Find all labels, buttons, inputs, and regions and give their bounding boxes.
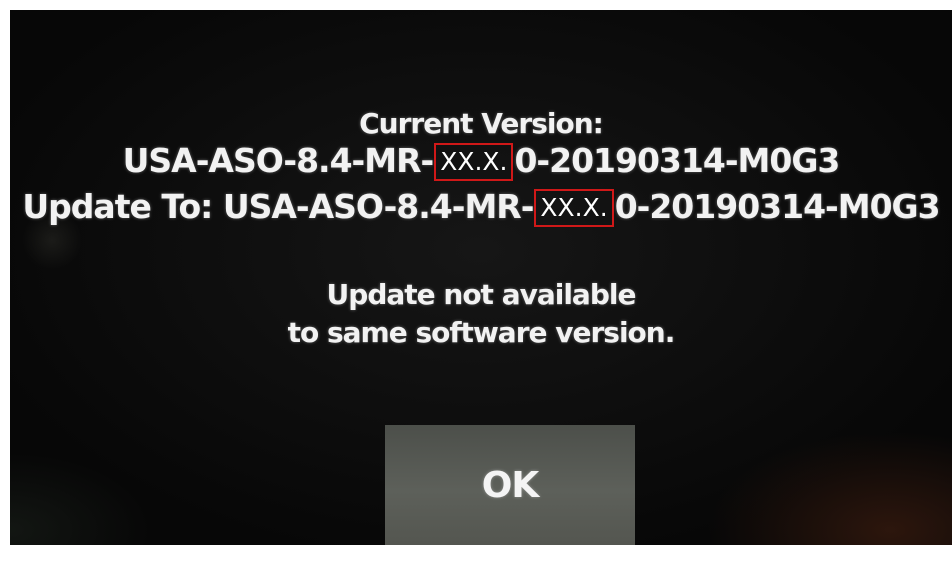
ok-button[interactable]: OK <box>385 425 635 545</box>
update-to-redaction-box: XX.X. <box>534 189 614 227</box>
photo-frame: Current Version: USA-ASO-8.4-MR- XX.X. 0-2… <box>0 0 952 562</box>
message-line-2: to same software version. <box>287 316 676 349</box>
update-to-suffix: 0-20190314-M0G3 <box>614 187 941 226</box>
infotainment-screen: Current Version: USA-ASO-8.4-MR- XX.X. 0-2… <box>10 10 952 545</box>
ok-button-label: OK <box>481 464 539 506</box>
message-line-1: Update not available <box>326 278 637 311</box>
current-version-label: Current Version: <box>359 107 604 140</box>
update-to-prefix: Update To: USA-ASO-8.4-MR- <box>22 187 534 226</box>
current-version-value: USA-ASO-8.4-MR- XX.X. 0-20190314-M0G3 <box>10 141 952 181</box>
current-version-prefix: USA-ASO-8.4-MR- <box>122 141 435 180</box>
current-version-suffix: 0-20190314-M0G3 <box>514 141 840 180</box>
update-to-version: Update To: USA-ASO-8.4-MR- XX.X. 0-2019031… <box>10 187 952 227</box>
current-version-redaction-box: XX.X. <box>434 143 514 181</box>
